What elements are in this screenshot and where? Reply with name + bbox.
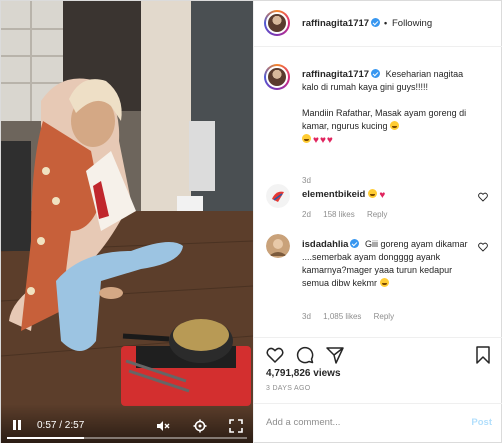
red-heart-icon: ♥ xyxy=(313,135,319,146)
post-header: raffinagita1717 • Following xyxy=(254,1,502,47)
share-icon[interactable] xyxy=(326,346,344,364)
comment-meta: 2d 158 likes Reply xyxy=(302,210,397,219)
caption-time: 3d xyxy=(302,176,311,185)
post-actions xyxy=(254,337,502,369)
following-button[interactable]: Following xyxy=(392,18,432,29)
commenter-avatar[interactable] xyxy=(266,184,290,208)
post-video[interactable]: 0:57 / 2:57 xyxy=(1,1,253,443)
comment-like-heart-icon[interactable] xyxy=(478,242,488,252)
comment-like-heart-icon[interactable] xyxy=(478,192,488,202)
author-username[interactable]: raffinagita1717 xyxy=(302,18,381,29)
fullscreen-icon[interactable] xyxy=(229,419,243,433)
red-heart-icon: ♥ xyxy=(326,135,333,146)
video-progress-bar[interactable] xyxy=(7,437,247,439)
author-avatar[interactable] xyxy=(264,10,290,36)
caption-username-text[interactable]: raffinagita1717 xyxy=(302,69,369,80)
caption-username[interactable]: raffinagita1717 xyxy=(302,69,381,80)
red-heart-icon: ♥ xyxy=(319,135,326,146)
commenter-username-text[interactable]: isdadahlia xyxy=(302,239,348,250)
verified-badge-icon xyxy=(350,239,360,248)
commenter-username[interactable]: elementbikeid xyxy=(302,189,365,200)
caption-body: raffinagita1717 Keseharian nagitaa kalo … xyxy=(302,68,480,147)
comment-body: isdadahlia Giii goreng ayam dikamar ....… xyxy=(302,238,480,290)
comment-input[interactable] xyxy=(266,417,446,428)
video-frame xyxy=(1,1,253,443)
heart-icon[interactable] xyxy=(266,346,284,364)
comment-icon[interactable] xyxy=(296,346,314,364)
caption-text-2: Mandiin Rafathar, Masak ayam goreng di k… xyxy=(302,108,467,131)
play-pause-icon[interactable] xyxy=(13,418,27,432)
author-username-text[interactable]: raffinagita1717 xyxy=(302,18,369,29)
comment-likes[interactable]: 1,085 likes xyxy=(323,312,361,321)
comments-list[interactable]: raffinagita1717 Keseharian nagitaa kalo … xyxy=(254,48,502,335)
view-count[interactable]: 4,791,826 views xyxy=(266,368,341,379)
post-comment-button[interactable]: Post xyxy=(471,417,492,428)
bookmark-icon[interactable] xyxy=(474,346,492,364)
comment-likes[interactable]: 158 likes xyxy=(323,210,355,219)
add-comment-bar: Post xyxy=(254,403,502,443)
caption-meta: 3d xyxy=(302,176,321,185)
comment-meta: 3d 1,085 likes Reply xyxy=(302,312,404,321)
comment-reply-button[interactable]: Reply xyxy=(374,312,394,321)
comment-time: 2d xyxy=(302,210,311,219)
video-progress-fill xyxy=(7,437,84,439)
video-time: 0:57 / 2:57 xyxy=(37,420,85,431)
separator-dot: • xyxy=(384,18,388,28)
verified-badge-icon xyxy=(371,18,381,27)
comment-reply-button[interactable]: Reply xyxy=(367,210,387,219)
red-heart-icon: ♥ xyxy=(379,190,386,201)
settings-icon[interactable] xyxy=(193,419,207,433)
laughing-emoji-icon xyxy=(302,134,311,143)
post-date[interactable]: 3 DAYS AGO xyxy=(266,385,311,392)
comment-body: elementbikeid ♥ xyxy=(302,188,480,202)
caption-avatar[interactable] xyxy=(264,64,290,90)
comment-time: 3d xyxy=(302,312,311,321)
laughing-emoji-icon xyxy=(368,189,378,198)
laughing-emoji-icon xyxy=(390,121,400,130)
verified-badge-icon xyxy=(371,69,381,78)
instagram-post-window: 0:57 / 2:57 raffinagita1717 • Following … xyxy=(0,0,502,443)
post-side-panel: raffinagita1717 • Following raffinagita1… xyxy=(253,1,502,443)
laughing-emoji-icon xyxy=(379,278,389,287)
mute-icon[interactable] xyxy=(156,419,170,433)
commenter-avatar[interactable] xyxy=(266,234,290,258)
video-controls: 0:57 / 2:57 xyxy=(1,404,253,443)
commenter-username[interactable]: isdadahlia xyxy=(302,239,360,250)
